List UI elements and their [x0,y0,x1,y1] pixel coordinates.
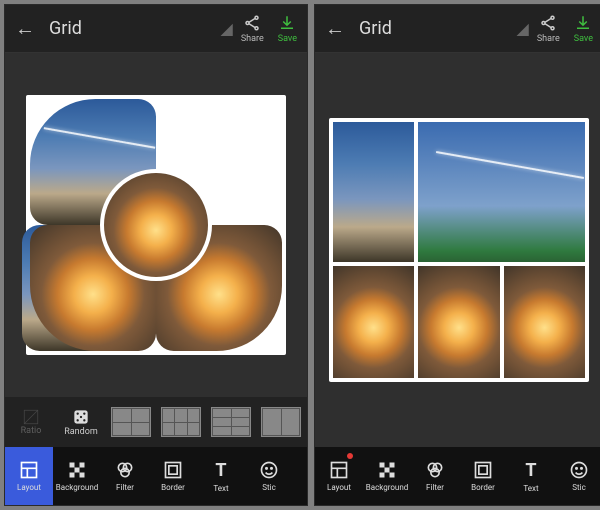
collage-grid-layout [329,118,589,382]
layout-icon [329,460,349,480]
random-option[interactable]: Random [59,402,103,442]
layout-options-row: Ratio Random [5,397,307,447]
layout-template-option[interactable] [159,402,203,442]
layout-template-option[interactable] [109,402,153,442]
collage-canvas[interactable] [5,53,307,397]
grid-cell[interactable] [418,122,585,262]
tool-filter[interactable]: Filter [101,447,149,505]
dice-icon [71,407,91,427]
app-bar: ← Grid ◢ Share Save [5,5,307,53]
text-icon: T [525,460,536,481]
save-button[interactable]: Save [278,14,297,44]
page-title: Grid [49,18,221,39]
screenshot-right: ← Grid ◢ Share Save [314,4,600,506]
layout-icon [19,460,39,480]
bottom-toolbar: Layout Background Filter Border T Text S… [5,447,307,505]
border-icon [163,460,183,480]
tool-sticker[interactable]: Stic [245,447,293,505]
filter-icon [115,460,135,480]
tool-layout[interactable]: Layout [5,447,53,505]
download-icon [278,14,296,32]
save-button[interactable]: Save [574,14,593,44]
share-button[interactable]: Share [241,14,264,44]
tool-border[interactable]: Border [459,447,507,505]
back-icon[interactable]: ← [325,16,345,41]
tool-background[interactable]: Background [53,447,101,505]
grid-cell[interactable] [418,266,499,378]
tool-text[interactable]: T Text [197,447,245,505]
grid-cell-center[interactable] [100,169,212,281]
grid-cell[interactable] [504,266,585,378]
tool-border[interactable]: Border [149,447,197,505]
grid-cell[interactable] [333,266,414,378]
smiley-icon [259,460,279,480]
checker-icon [67,460,87,480]
page-title: Grid [359,18,517,39]
notification-dot-icon [347,453,353,459]
layout-template-option[interactable] [259,402,303,442]
share-icon [243,14,261,32]
tool-background[interactable]: Background [363,447,411,505]
grid-cell[interactable] [333,122,414,262]
checker-icon [377,460,397,480]
tool-layout[interactable]: Layout [315,447,363,505]
smiley-icon [569,460,589,480]
back-icon[interactable]: ← [15,16,35,41]
tool-text[interactable]: T Text [507,447,555,505]
ratio-icon [22,408,40,426]
signal-icon: ◢ [517,19,529,38]
download-icon [574,14,592,32]
filter-icon [425,460,445,480]
share-button[interactable]: Share [537,14,560,44]
tool-sticker[interactable]: Stic [555,447,600,505]
screenshot-left: ← Grid ◢ Share Save [4,4,308,506]
layout-template-option[interactable] [209,402,253,442]
collage-flower-layout [26,95,286,355]
share-icon [539,14,557,32]
tool-filter[interactable]: Filter [411,447,459,505]
ratio-option[interactable]: Ratio [9,402,53,442]
signal-icon: ◢ [221,19,233,38]
border-icon [473,460,493,480]
text-icon: T [215,460,226,481]
app-bar: ← Grid ◢ Share Save [315,5,600,53]
bottom-toolbar: Layout Background Filter Border T Text S… [315,447,600,505]
collage-canvas[interactable] [315,53,600,447]
